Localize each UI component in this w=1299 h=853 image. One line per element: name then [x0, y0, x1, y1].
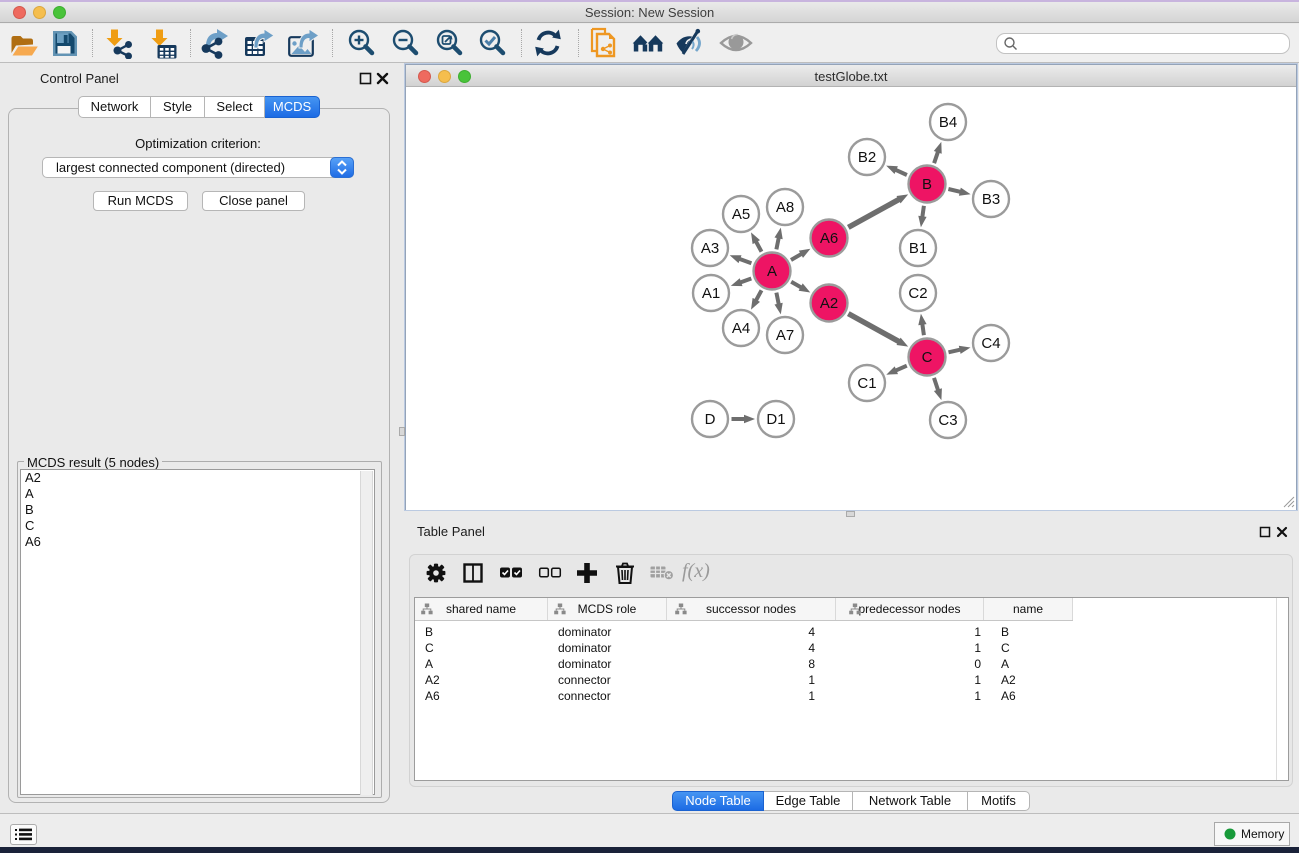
svg-text:A1: A1	[702, 285, 720, 302]
svg-text:B2: B2	[858, 149, 876, 166]
svg-text:A5: A5	[732, 206, 750, 223]
svg-text:B: B	[922, 176, 932, 193]
svg-text:A: A	[767, 263, 777, 280]
svg-text:A2: A2	[820, 295, 838, 312]
svg-text:C3: C3	[938, 412, 957, 429]
svg-text:C: C	[922, 349, 933, 366]
svg-text:D: D	[705, 411, 716, 428]
svg-text:B1: B1	[909, 240, 927, 257]
svg-text:A7: A7	[776, 327, 794, 344]
svg-text:C4: C4	[981, 335, 1000, 352]
svg-text:B4: B4	[939, 114, 957, 131]
svg-text:C2: C2	[908, 285, 927, 302]
svg-text:A6: A6	[820, 230, 838, 247]
svg-text:B3: B3	[982, 191, 1000, 208]
svg-text:A8: A8	[776, 199, 794, 216]
svg-text:A3: A3	[701, 240, 719, 257]
svg-text:C1: C1	[857, 375, 876, 392]
svg-text:A4: A4	[732, 320, 750, 337]
svg-text:D1: D1	[766, 411, 785, 428]
